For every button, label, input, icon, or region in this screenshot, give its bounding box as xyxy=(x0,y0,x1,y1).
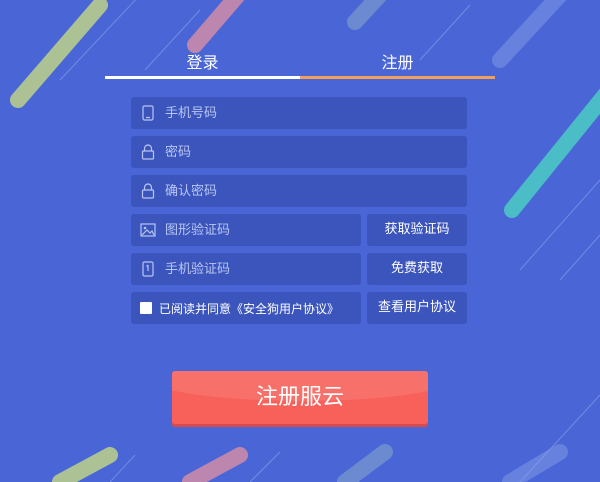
lock-icon xyxy=(139,182,157,200)
captcha-input[interactable] xyxy=(165,214,361,246)
register-submit-label: 注册服云 xyxy=(255,385,344,410)
view-agreement-button[interactable]: 查看用户协议 xyxy=(367,292,467,324)
captcha-field xyxy=(131,214,361,246)
phone-input[interactable] xyxy=(165,97,467,129)
sms-code-field xyxy=(131,253,361,285)
tab-register[interactable]: 注册 xyxy=(300,50,495,78)
get-captcha-button[interactable]: 获取验证码 xyxy=(367,214,467,246)
tab-login-underline xyxy=(105,76,300,79)
agreement-row: 已阅读并同意《安全狗用户协议》 xyxy=(131,292,361,324)
password-field xyxy=(131,136,467,168)
agreement-label[interactable]: 已阅读并同意《安全狗用户协议》 xyxy=(159,300,339,317)
free-get-button[interactable]: 免费获取 xyxy=(367,253,467,285)
tab-register-underline xyxy=(300,76,495,79)
sms-code-input[interactable] xyxy=(165,253,361,285)
phone-field xyxy=(131,97,467,129)
confirm-password-field xyxy=(131,175,467,207)
lock-icon xyxy=(139,143,157,161)
password-input[interactable] xyxy=(165,136,467,168)
confirm-password-input[interactable] xyxy=(165,175,467,207)
tab-login[interactable]: 登录 xyxy=(105,50,300,78)
image-icon xyxy=(139,221,157,239)
sms-icon xyxy=(139,260,157,278)
tab-bar: 登录 注册 xyxy=(105,50,495,80)
register-submit-button[interactable]: 注册服云 xyxy=(172,371,428,424)
phone-icon xyxy=(139,104,157,122)
agreement-checkbox[interactable] xyxy=(140,302,152,314)
